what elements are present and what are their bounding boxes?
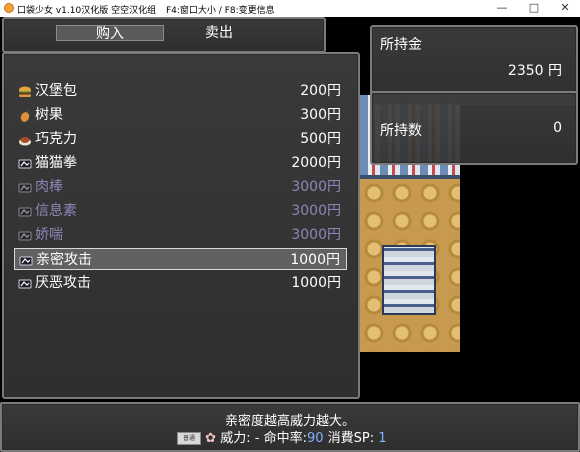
shop-item-price: 3000円 (291, 227, 341, 243)
shop-item-name: 厌恶攻击 (35, 275, 91, 291)
shop-item-name: 信息素 (35, 203, 77, 219)
shop-item-name: 肉棒 (35, 179, 63, 195)
power-value: - (254, 431, 260, 446)
close-icon[interactable]: ✕ (550, 0, 580, 17)
gold-amount: 2350 (507, 63, 544, 79)
shop-item-name: 树果 (35, 107, 63, 123)
owned-label: 所持数 (380, 123, 422, 139)
help-window: 亲密度越高威力越大。 普通 ✿ 威力: - 命中率:90 消費SP: 1 (0, 402, 580, 452)
skill-card-icon (18, 156, 32, 170)
minimize-icon[interactable]: — (487, 0, 517, 17)
shop-item-row[interactable]: 信息素 3000円 (14, 200, 347, 222)
app-icon (4, 3, 14, 13)
window-titlebar: 口袋少女 v1.10汉化版 空空汉化组 F4:窗口大小 / F8:变更信息 — … (0, 0, 580, 17)
gold-label: 所持金 (380, 37, 422, 53)
skill-card-icon (18, 228, 32, 242)
shop-item-row[interactable]: 肉棒 3000円 (14, 176, 347, 198)
shop-item-price: 1000円 (291, 275, 341, 291)
owned-value: 0 (553, 120, 562, 136)
maximize-icon[interactable]: □ (519, 0, 549, 17)
power-label: 威力: (220, 431, 251, 446)
shop-item-price: 300円 (300, 107, 341, 123)
shop-item-price: 2000円 (291, 155, 341, 171)
accuracy-label: 命中率: (263, 431, 307, 446)
shop-item-price: 3000円 (291, 179, 341, 195)
skill-card-icon (18, 204, 32, 218)
shop-item-row[interactable]: 巧克力 500円 (14, 128, 347, 150)
shop-item-row[interactable]: 汉堡包 200円 (14, 80, 347, 102)
sp-value: 1 (378, 431, 387, 446)
window-title: 口袋少女 v1.10汉化版 空空汉化组 (17, 6, 157, 16)
shop-item-name: 亲密攻击 (36, 252, 92, 268)
sp-label: 消費SP: (327, 431, 375, 446)
shop-item-name: 汉堡包 (35, 83, 77, 99)
tab-buy[interactable]: 购入 (56, 25, 164, 42)
shop-item-name: 猫猫拳 (35, 155, 77, 171)
shop-shelf-display (382, 245, 436, 315)
burger-icon (18, 84, 32, 98)
command-window: 购入 卖出 (2, 17, 326, 53)
shop-item-price: 3000円 (291, 203, 341, 219)
shop-item-price: 500円 (300, 131, 341, 147)
tab-sell[interactable]: 卖出 (184, 25, 254, 41)
skill-card-icon (19, 253, 33, 267)
owned-count-window: 所持数 0 (370, 91, 578, 165)
skill-card-icon (18, 276, 32, 290)
game-screen: 购入 卖出 汉堡包 200円树果 300円巧克力 500円猫猫拳 2000円肉棒 3000… (0, 17, 580, 452)
shop-item-row[interactable]: 猫猫拳 2000円 (14, 152, 347, 174)
accuracy-value: 90 (306, 431, 324, 446)
gold-value: 2350 円 (508, 60, 562, 80)
skill-card-icon (18, 180, 32, 194)
shop-item-price: 200円 (300, 83, 341, 99)
window-hint: F4:窗口大小 / F8:变更信息 (166, 6, 275, 16)
berry-icon (18, 108, 32, 122)
shop-item-price: 1000円 (290, 252, 340, 268)
skill-type-icon: ✿ (205, 431, 217, 446)
chocolate-icon (18, 132, 32, 146)
help-stats: 普通 ✿ 威力: - 命中率:90 消費SP: 1 (177, 427, 387, 446)
item-list-window: 汉堡包 200円 树果 300円 巧克力 500円 猫猫拳 2000円 肉棒 3000円 信息素 30… (2, 52, 360, 399)
shop-item-row[interactable]: 厌恶攻击 1000円 (14, 272, 347, 294)
type-badge: 普通 (177, 432, 201, 445)
shop-item-row[interactable]: 亲密攻击 1000円 (14, 248, 347, 270)
shop-item-name: 巧克力 (35, 131, 77, 147)
gold-unit: 円 (548, 63, 562, 79)
shop-item-row[interactable]: 娇喘 3000円 (14, 224, 347, 246)
shop-item-row[interactable]: 树果 300円 (14, 104, 347, 126)
shop-item-name: 娇喘 (35, 227, 63, 243)
